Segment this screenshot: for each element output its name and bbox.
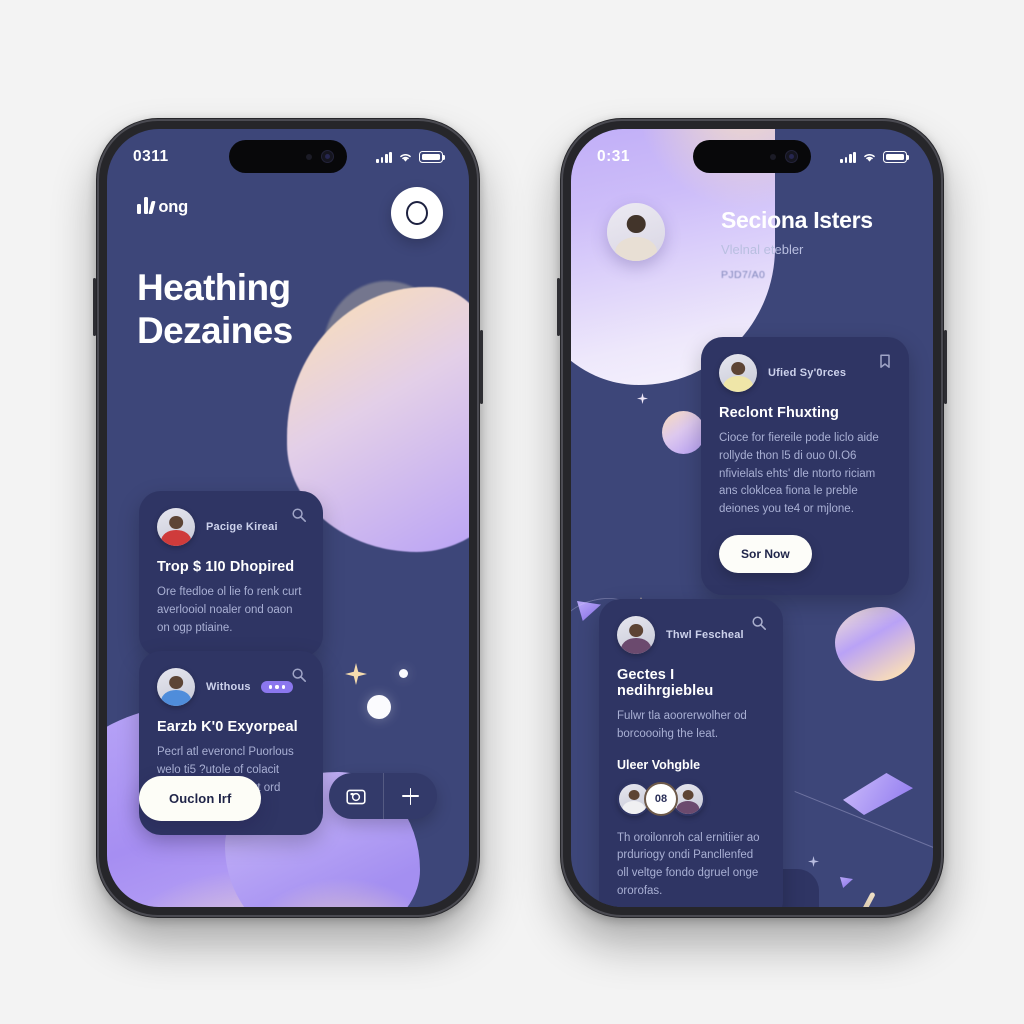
avatar xyxy=(157,508,195,546)
wifi-icon xyxy=(400,154,411,162)
card-body: Fulwr tla aoorerwolher od borcoooihg the… xyxy=(617,710,747,740)
signal-bars-icon xyxy=(376,151,392,163)
decor-orb-gradient xyxy=(662,411,705,454)
camera-button[interactable] xyxy=(329,773,383,819)
decor-orb-gradient xyxy=(360,819,414,873)
list-card[interactable]: Thwl Fescheal Gectes I nedihrgiebleu Ful… xyxy=(599,599,783,907)
wifi-icon xyxy=(864,154,875,162)
card-title: Reclont Fhuxting xyxy=(719,405,840,421)
card-footer-body: Th oroilonroh cal ernitiier ao prduriogy… xyxy=(617,831,760,898)
screen-left: 0311 ong Heathing Dezaines Pacige Kireai… xyxy=(107,129,469,907)
card-user-name: Pacige Kireai xyxy=(206,521,278,533)
add-button[interactable] xyxy=(383,773,437,819)
avatar-count-badge: 08 xyxy=(644,781,678,816)
app-brand[interactable]: ong xyxy=(137,197,188,216)
battery-icon xyxy=(419,151,446,163)
screen-right: 0:31 Seciona Isters Vlelnal etebler PJD7… xyxy=(571,129,933,907)
decor-blob-gradient xyxy=(835,607,915,681)
power-button-left[interactable] xyxy=(480,330,483,404)
decor-shard xyxy=(843,773,913,815)
volume-button-left[interactable] xyxy=(93,278,96,336)
status-bar-left: 0311 xyxy=(107,129,469,185)
page-title: Seciona Isters xyxy=(721,207,873,233)
equalizer-bars-icon xyxy=(137,197,156,214)
decor-needle xyxy=(857,891,876,907)
plus-icon xyxy=(402,787,419,805)
phone-device-left: 0311 ong Heathing Dezaines Pacige Kireai… xyxy=(93,118,483,918)
avatar xyxy=(719,354,757,392)
status-clock: 0311 xyxy=(133,148,169,165)
card-cta-button[interactable]: Sor Now xyxy=(719,535,812,574)
search-icon[interactable] xyxy=(291,507,307,523)
card-body: Cioce for fiereile pode liclo aide rolly… xyxy=(719,432,879,516)
page-meta: PJD7/A0 xyxy=(721,269,766,281)
search-icon[interactable] xyxy=(751,615,767,631)
power-button-right[interactable] xyxy=(944,330,947,404)
battery-icon xyxy=(883,151,910,163)
feature-card[interactable]: Ufied Sy'0rces Reclont Fhuxting Cioce fo… xyxy=(701,337,909,596)
avatar xyxy=(157,668,195,706)
hero-line-1: Heathing xyxy=(137,267,291,308)
avatar-group[interactable]: 08 xyxy=(617,781,765,816)
hero-line-2: Dezaines xyxy=(137,309,293,351)
action-button-group xyxy=(329,773,437,819)
signal-bars-icon xyxy=(840,151,856,163)
sparkle-star-icon xyxy=(345,663,367,685)
page-title: Heathing Dezaines xyxy=(137,267,293,352)
decor-circle-white xyxy=(367,695,391,719)
brand-name: ong xyxy=(158,197,188,216)
search-icon[interactable] xyxy=(291,667,307,683)
hero-blob-shadow xyxy=(323,281,451,421)
volume-button-right[interactable] xyxy=(557,278,560,336)
feed-card[interactable]: Pacige Kireai Trop $ 1I0 Dhopired Ore ft… xyxy=(139,491,323,658)
card-user-name: Thwl Fescheal xyxy=(666,629,744,641)
primary-cta-button[interactable]: Ouclon Irf xyxy=(139,776,262,821)
card-body: Ore ftedloe ol lie fo renk curt averlooi… xyxy=(157,586,302,634)
bookmark-icon[interactable] xyxy=(877,353,893,369)
phone-device-right: 0:31 Seciona Isters Vlelnal etebler PJD7… xyxy=(557,118,947,918)
card-user-name: Withous xyxy=(206,681,294,693)
card-title: Earzb K'0 Exyorpeal xyxy=(157,719,298,735)
card-user-label: Withous xyxy=(206,681,251,693)
profile-ring-icon[interactable] xyxy=(391,187,443,239)
card-title: Trop $ 1I0 Dhopired xyxy=(157,559,295,575)
status-clock: 0:31 xyxy=(597,148,631,165)
page-subtitle: Vlelnal etebler xyxy=(721,242,804,257)
sparkle-small-icon xyxy=(808,856,819,867)
decor-triangle xyxy=(840,877,853,888)
status-bar-right: 0:31 xyxy=(571,129,933,185)
decor-dot-small xyxy=(399,669,408,678)
sparkle-small-icon xyxy=(637,393,648,404)
section-title: Uleer Vohgble xyxy=(617,757,701,772)
card-user-name: Ufied Sy'0rces xyxy=(768,367,847,379)
more-options-badge[interactable] xyxy=(260,681,294,693)
header-avatar[interactable] xyxy=(607,203,665,261)
avatar xyxy=(617,616,655,654)
card-title: Gectes I nedihrgiebleu xyxy=(617,667,714,699)
camera-icon xyxy=(346,789,366,805)
